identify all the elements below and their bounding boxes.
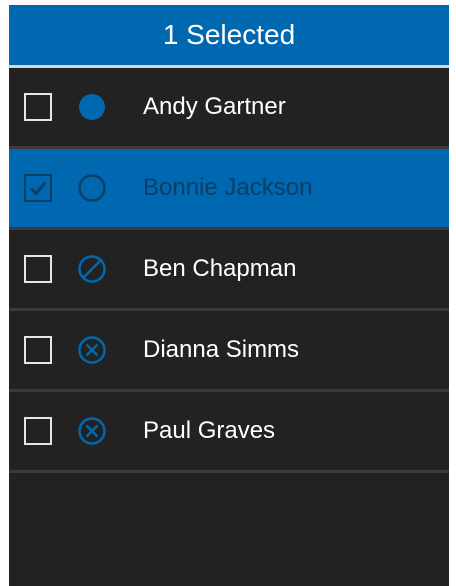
row-checkbox[interactable] — [24, 336, 52, 364]
contact-list: Andy Gartner Bonnie Jackson Ben Chapman … — [9, 68, 449, 473]
selection-header: 1 Selected — [9, 5, 449, 68]
do-not-disturb-icon — [76, 253, 108, 285]
row-checkbox[interactable] — [24, 417, 52, 445]
list-item[interactable]: Paul Graves — [9, 392, 449, 473]
checkmark-icon — [29, 181, 47, 196]
offline-x-circle-icon — [76, 415, 108, 447]
row-checkbox[interactable] — [24, 93, 52, 121]
list-item[interactable]: Bonnie Jackson — [9, 149, 449, 230]
contact-name: Paul Graves — [143, 417, 276, 444]
list-item[interactable]: Dianna Simms — [9, 311, 449, 392]
empty-circle-icon — [76, 172, 108, 204]
filled-circle-icon — [76, 91, 108, 123]
list-item[interactable]: Andy Gartner — [9, 68, 449, 149]
contact-list-panel: 1 Selected Andy Gartner Bonnie Jackson B… — [9, 5, 449, 586]
contact-name: Dianna Simms — [143, 336, 300, 363]
row-checkbox[interactable] — [24, 255, 52, 283]
list-item[interactable]: Ben Chapman — [9, 230, 449, 311]
selection-count-title: 1 Selected — [162, 19, 296, 50]
row-checkbox[interactable] — [24, 174, 52, 202]
offline-x-circle-icon — [76, 334, 108, 366]
contact-name: Ben Chapman — [143, 255, 297, 282]
contact-name: Bonnie Jackson — [143, 174, 313, 201]
contact-name: Andy Gartner — [143, 93, 286, 120]
